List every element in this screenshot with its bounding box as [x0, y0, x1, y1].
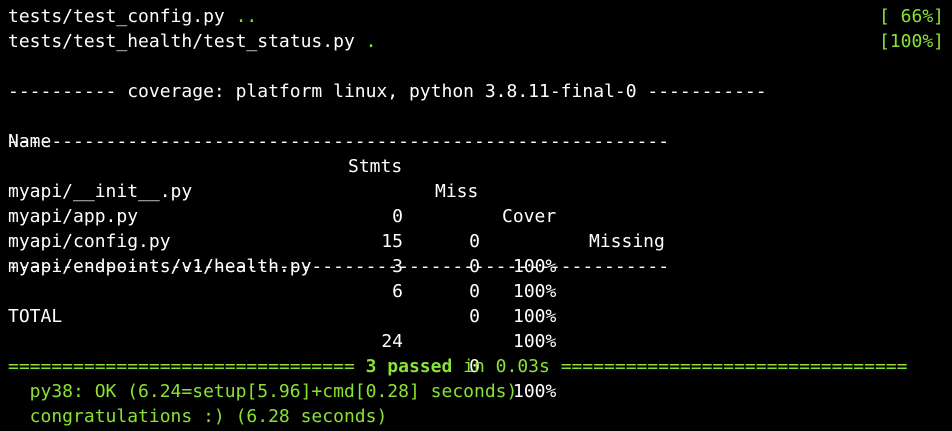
table-row: myapi/app.py 15 0 100% [8, 179, 608, 302]
table-row: myapi/config.py 3 0 100% [8, 204, 608, 327]
test-file: tests/test_health/test_status.py [8, 31, 355, 52]
test-dots: . [365, 31, 377, 52]
pytest-summary: ================================ 3 passe… [8, 354, 907, 379]
row-cover: 100% [513, 306, 557, 327]
summary-passed: 3 passed [365, 356, 453, 377]
total-stmts: 24 [381, 331, 403, 352]
test-progress: [ 66%] [878, 6, 944, 27]
coverage-divider: ----------------------------------------… [8, 256, 670, 277]
summary-left-rule: ================================ [8, 356, 355, 377]
summary-right-rule: ================================ [560, 356, 908, 377]
test-dots: .. [235, 6, 258, 27]
row-miss: 0 [469, 306, 480, 327]
row-cover: 100% [513, 331, 557, 352]
test-line: tests/test_config.py .. [8, 4, 257, 29]
tox-congratulations: congratulations :) (6.28 seconds) [8, 406, 388, 427]
table-row: myapi/__init__.py 0 0 100% [8, 154, 608, 277]
test-file: tests/test_config.py [8, 6, 225, 27]
summary-duration: in 0.03s [452, 356, 561, 377]
total-name: TOTAL [8, 306, 63, 327]
test-progress: [100%] [878, 31, 944, 52]
terminal-window: tests/test_config.py .. [ 66%] tests/tes… [0, 0, 952, 431]
coverage-divider: ----------------------------------------… [8, 131, 670, 152]
coverage-column-headers: Name Stmts Miss Cover Missing [8, 104, 665, 252]
test-line: tests/test_health/test_status.py . [8, 29, 376, 54]
table-row: myapi/endpoints/v1/health.py 6 0 100% [8, 229, 608, 352]
total-row: TOTAL 24 0 100% [8, 279, 608, 402]
total-cover: 100% [513, 381, 557, 402]
tox-py38-result: py38: OK (6.24=setup[5.96]+cmd[0.28] sec… [8, 381, 518, 402]
coverage-header: ---------- coverage: platform linux, pyt… [8, 81, 767, 102]
